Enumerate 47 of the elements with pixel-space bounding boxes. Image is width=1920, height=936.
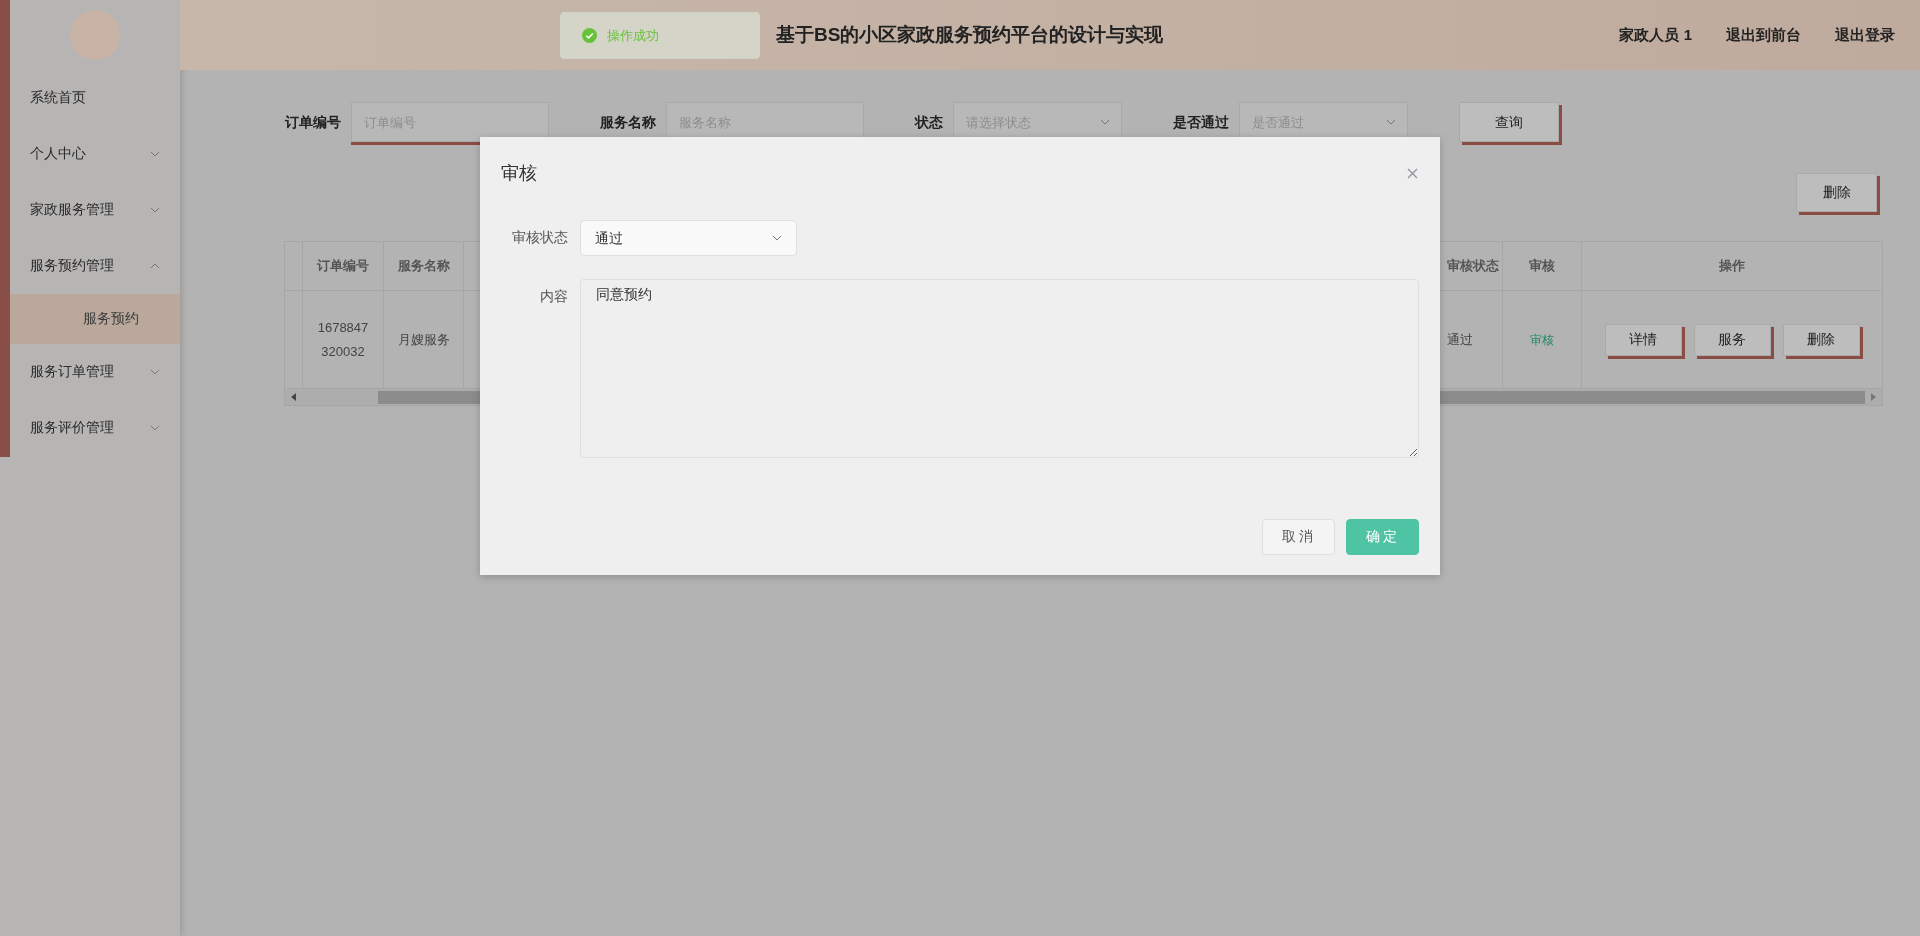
chevron-down-icon [150, 369, 160, 375]
textarea-field[interactable]: 同意预约 [580, 279, 1419, 458]
delete-button[interactable]: 删除 [1796, 173, 1877, 212]
chevron-down-icon [150, 425, 160, 431]
header-link[interactable]: 家政人员 1 [1619, 23, 1692, 47]
chevron-down-icon [772, 235, 782, 241]
column-header: 服务名称 [397, 257, 450, 276]
column-header: 审核状态 [1447, 257, 1499, 276]
field-label: 服务名称 [600, 112, 656, 132]
chevron-down-icon [1100, 119, 1110, 125]
check-circle-icon [582, 28, 597, 43]
header-link[interactable]: 退出登录 [1835, 23, 1895, 47]
sidebar-item[interactable]: 服务预约管理 [10, 238, 180, 294]
sidebar-subitem[interactable]: 服务预约 [10, 294, 180, 344]
field-label: 订单编号 [285, 112, 341, 132]
field-label: 状态 [915, 112, 943, 132]
column-header: 操作 [1719, 257, 1745, 276]
form-label: 审核状态 [511, 229, 568, 247]
search-button[interactable]: 查询 [1459, 102, 1559, 142]
form-label: 内容 [539, 288, 568, 306]
column-header: 审核 [1529, 257, 1555, 276]
action-button[interactable]: 删除 [1782, 323, 1860, 356]
chevron-up-icon [150, 263, 160, 269]
scroll-right-icon[interactable] [1871, 393, 1876, 401]
scroll-left-icon[interactable] [291, 393, 296, 401]
chevron-down-icon [1386, 119, 1396, 125]
field-label: 是否通过 [1173, 112, 1229, 132]
table-cell-text: 1678847320032 [316, 318, 370, 361]
chevron-down-icon [150, 151, 160, 157]
sidebar-item[interactable]: 个人中心 [10, 126, 180, 182]
dialog-title: 审核 [501, 161, 537, 185]
site-title: 基于BS的小区家政服务预约平台的设计与实现 [776, 22, 1164, 47]
select-field[interactable]: 通过 [580, 220, 797, 256]
toast-message: 操作成功 [607, 26, 659, 45]
cancel-button[interactable]: 取消 [1262, 519, 1335, 555]
table-cell-text: 月嫂服务 [397, 330, 450, 349]
sidebar-item[interactable]: 家政服务管理 [10, 182, 180, 238]
table-cell-text: 通过 [1447, 330, 1473, 349]
header-link[interactable]: 退出到前台 [1726, 23, 1801, 47]
action-button[interactable]: 详情 [1604, 323, 1682, 356]
action-button[interactable]: 服务 [1693, 323, 1771, 356]
close-icon[interactable] [1407, 167, 1418, 179]
chevron-down-icon [150, 207, 160, 213]
sidebar-item[interactable]: 服务订单管理 [10, 344, 180, 400]
column-header: 订单编号 [317, 257, 369, 276]
sidebar-item[interactable]: 系统首页 [10, 70, 180, 126]
sidebar-item[interactable]: 服务评价管理 [10, 400, 180, 456]
